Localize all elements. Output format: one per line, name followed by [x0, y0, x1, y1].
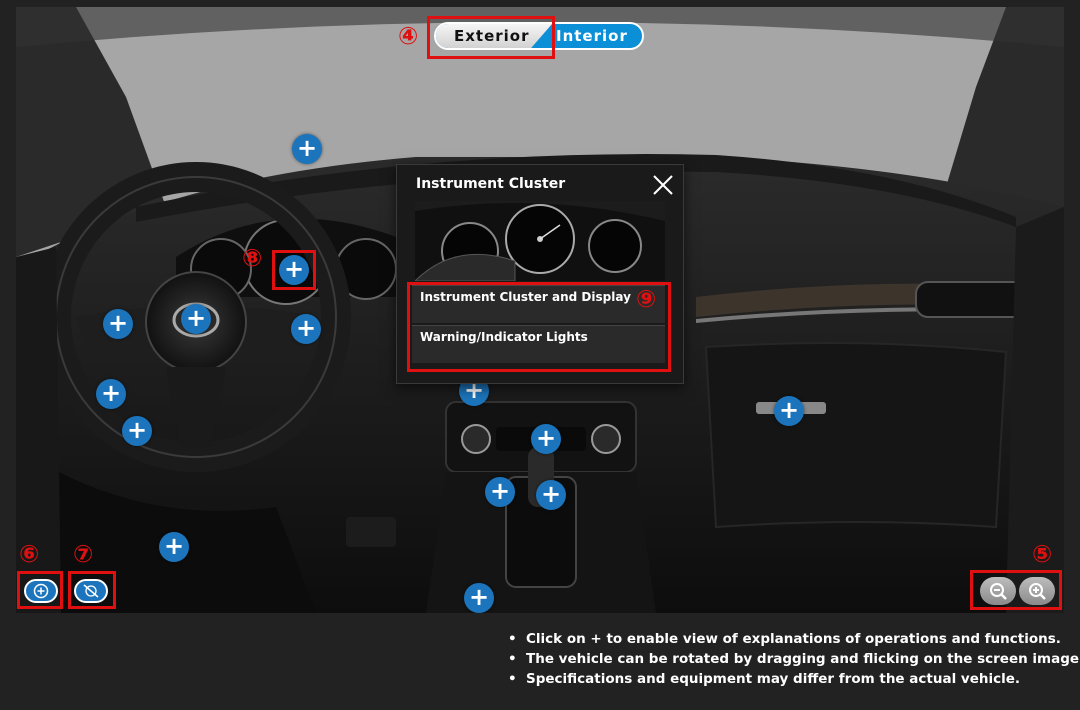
plus-circle-icon: [33, 583, 49, 599]
view-toggle[interactable]: Exterior Interior: [434, 22, 644, 50]
hotspot-popup: Instrument Cluster Instrument Cluster an…: [396, 164, 684, 384]
hotspot-button[interactable]: +: [536, 480, 566, 510]
close-icon[interactable]: [651, 173, 675, 197]
popup-title: Instrument Cluster: [416, 176, 566, 192]
hotspot-button[interactable]: +: [103, 309, 133, 339]
tab-exterior-label: Exterior: [454, 27, 530, 45]
hotspot-button[interactable]: +: [531, 424, 561, 454]
popup-link-cluster-display[interactable]: Instrument Cluster and Display: [412, 285, 665, 323]
popup-link-label: Instrument Cluster and Display: [420, 290, 631, 304]
usage-notes: Click on + to enable view of explanation…: [508, 629, 1080, 689]
annotation-marker-9: ⑨: [636, 285, 657, 313]
note-item: Specifications and equipment may differ …: [508, 669, 1080, 689]
hotspot-button[interactable]: +: [292, 134, 322, 164]
hotspot-toggle-button[interactable]: [24, 579, 58, 603]
annotation-marker-4: ④: [398, 22, 419, 50]
hotspot-button[interactable]: +: [122, 416, 152, 446]
hotspot-button[interactable]: +: [159, 532, 189, 562]
hotspot-button[interactable]: +: [96, 379, 126, 409]
popup-link-label: Warning/Indicator Lights: [420, 330, 588, 344]
hotspot-button[interactable]: +: [291, 314, 321, 344]
hotspot-button[interactable]: +: [485, 477, 515, 507]
tab-interior[interactable]: Interior: [556, 24, 628, 48]
hotspot-button[interactable]: +: [181, 304, 211, 334]
zoom-out-icon: [990, 583, 1007, 600]
zoom-out-button[interactable]: [980, 577, 1016, 605]
annotation-marker-6: ⑥: [19, 540, 40, 568]
note-item: The vehicle can be rotated by dragging a…: [508, 649, 1080, 669]
hotspot-off-icon: [83, 584, 99, 598]
hotspot-button[interactable]: +: [279, 255, 309, 285]
instrument-cluster-thumbnail: [415, 201, 665, 281]
hotspot-button[interactable]: +: [464, 583, 494, 613]
tab-exterior[interactable]: Exterior: [436, 24, 552, 48]
zoom-in-icon: [1029, 583, 1046, 600]
hotspot-button[interactable]: +: [774, 396, 804, 426]
popup-link-warning-lights[interactable]: Warning/Indicator Lights: [412, 325, 665, 363]
zoom-in-button[interactable]: [1019, 577, 1055, 605]
note-item: Click on + to enable view of explanation…: [508, 629, 1080, 649]
annotation-marker-8: ⑧: [242, 244, 263, 272]
hide-hotspots-button[interactable]: [74, 579, 108, 603]
annotation-marker-5: ⑤: [1032, 540, 1053, 568]
annotation-marker-7: ⑦: [73, 540, 94, 568]
tab-interior-label: Interior: [556, 27, 628, 45]
